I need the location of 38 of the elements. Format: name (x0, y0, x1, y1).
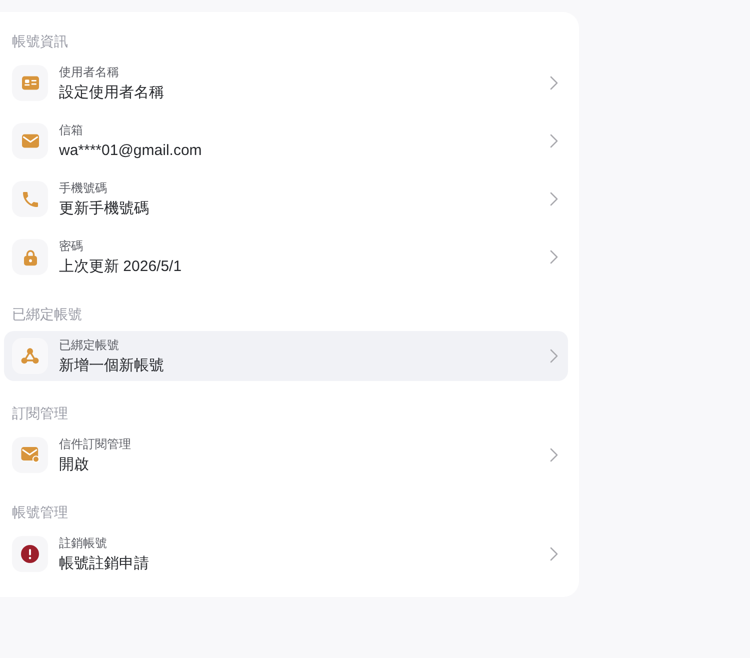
settings-row[interactable]: 已綁定帳號 新增一個新帳號 (4, 331, 568, 381)
row-label: 已綁定帳號 (59, 336, 119, 352)
settings-row[interactable]: 信箱 wa****01@gmail.com (4, 116, 568, 166)
section-title: 訂閱管理 (11, 404, 69, 423)
chevron-right-icon (550, 448, 558, 462)
envelope-icon (12, 123, 48, 159)
chevron-right-icon (550, 349, 558, 363)
chevron-right-icon (550, 76, 558, 90)
settings-row[interactable]: 使用者名稱 設定使用者名稱 (4, 58, 568, 108)
lock-icon (12, 239, 48, 275)
row-label: 使用者名稱 (59, 64, 119, 80)
row-label: 密碼 (59, 238, 83, 254)
chevron-right-icon (550, 134, 558, 148)
row-label: 註銷帳號 (59, 534, 107, 550)
settings-row[interactable]: 註銷帳號 帳號註銷申請 (4, 529, 568, 579)
settings-row[interactable]: 密碼 上次更新 2026/5/1 (4, 232, 568, 282)
alert-icon (12, 536, 48, 572)
phone-icon (12, 181, 48, 217)
row-value: 上次更新 2026/5/1 (59, 256, 182, 276)
row-value: 帳號註銷申請 (59, 554, 149, 574)
section-title: 帳號資訊 (11, 32, 69, 51)
settings-row[interactable]: 信件訂閱管理 開啟 (4, 430, 568, 480)
row-value: wa****01@gmail.com (59, 140, 202, 160)
row-value: 新增一個新帳號 (59, 356, 164, 376)
row-label: 手機號碼 (59, 180, 107, 196)
row-value: 更新手機號碼 (59, 198, 149, 218)
row-label: 信件訂閱管理 (59, 436, 131, 452)
chevron-right-icon (550, 547, 558, 561)
section-title: 帳號管理 (11, 503, 69, 522)
chevron-right-icon (550, 192, 558, 206)
section-title: 已綁定帳號 (11, 305, 83, 324)
row-value: 設定使用者名稱 (59, 82, 164, 102)
settings-row[interactable]: 手機號碼 更新手機號碼 (4, 174, 568, 224)
chevron-right-icon (550, 250, 558, 264)
row-value: 開啟 (59, 454, 89, 474)
row-label: 信箱 (59, 122, 83, 138)
id-card-icon (12, 65, 48, 101)
connected-nodes-icon (12, 338, 48, 374)
